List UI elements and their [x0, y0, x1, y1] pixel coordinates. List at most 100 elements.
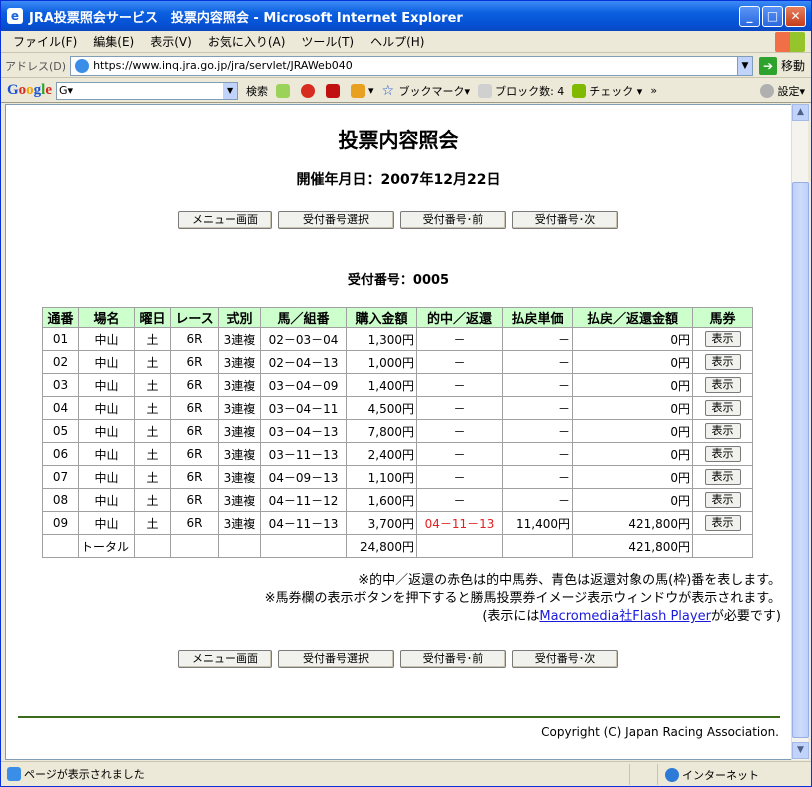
- address-input[interactable]: https://www.inq.jra.go.jp/jra/servlet/JR…: [70, 55, 738, 76]
- receipt-next-button[interactable]: 受付番号･次: [512, 211, 618, 229]
- google-spellcheck-button[interactable]: チェック ▾: [572, 83, 642, 99]
- cell-no: 01: [42, 327, 79, 351]
- col-header-no: 通番: [42, 307, 79, 328]
- google-search-button[interactable]: 検索: [246, 83, 268, 99]
- table-row: 06 中山土 6R 3連複 03－11－13 2,400円－－ 0円 表示: [42, 442, 753, 466]
- cell-ticket: 表示: [692, 373, 753, 397]
- receipt-next-button-bottom[interactable]: 受付番号･次: [512, 650, 618, 668]
- google-pagerank-icon[interactable]: [276, 83, 293, 98]
- col-header-unit: 払戻単価: [502, 307, 573, 328]
- google-y-icon[interactable]: [326, 83, 343, 98]
- col-header-day: 曜日: [134, 307, 171, 328]
- menu-screen-button[interactable]: メニュー画面: [178, 211, 272, 229]
- footer-rule: [18, 716, 780, 718]
- cell-amount: 4,500円: [346, 396, 417, 420]
- cell-place: 中山: [78, 511, 135, 535]
- total-empty-cell: [42, 534, 79, 558]
- cell-ticket: 表示: [692, 396, 753, 420]
- cell-unit: 11,400円: [502, 511, 573, 535]
- menu-bar: ファイル(F) 編集(E) 表示(V) お気に入り(A) ツール(T) ヘルプ(…: [1, 31, 811, 53]
- col-header-combo: 馬／組番: [260, 307, 347, 328]
- cell-combo: 03－04－09: [260, 373, 347, 397]
- total-row: トータル 24,800円 421,800円: [42, 534, 753, 558]
- cell-type: 3連複: [218, 442, 261, 466]
- lock-icon: [641, 767, 655, 781]
- browser-window: e JRA投票照会サービス 投票内容照会 - Microsoft Interne…: [0, 0, 812, 787]
- table-header-row: 通番 場名 曜日 レース 式別 馬／組番 購入金額 的中／返還 払戻単価 払戻／…: [42, 307, 753, 328]
- cell-payout: 0円: [572, 442, 693, 466]
- menu-favorites[interactable]: お気に入り(A): [200, 33, 294, 50]
- scroll-thumb[interactable]: [792, 182, 809, 738]
- scroll-up-icon[interactable]: ▲: [792, 104, 809, 121]
- total-empty-cell: [170, 534, 219, 558]
- cell-place: 中山: [78, 350, 135, 374]
- cell-payout: 421,800円: [572, 511, 693, 535]
- cell-no: 05: [42, 419, 79, 443]
- cell-combo: 02－03－04: [260, 327, 347, 351]
- bet-table: 通番 場名 曜日 レース 式別 馬／組番 購入金額 的中／返還 払戻単価 払戻／…: [42, 307, 753, 558]
- cell-place: 中山: [78, 373, 135, 397]
- page-icon: [75, 58, 90, 73]
- status-bar: ページが表示されました インターネット: [1, 761, 811, 786]
- cell-unit: －: [502, 465, 573, 489]
- google-r-icon[interactable]: [301, 83, 318, 98]
- menu-edit[interactable]: 編集(E): [85, 33, 142, 50]
- google-toolbar: Google G▾ ▼ 検索 ▾ ☆ ブックマーク▾ ブロック数: 4 チェック …: [1, 79, 811, 103]
- total-empty-cell: [134, 534, 171, 558]
- menu-file[interactable]: ファイル(F): [5, 33, 85, 50]
- show-ticket-button[interactable]: 表示: [704, 331, 741, 347]
- show-ticket-button[interactable]: 表示: [704, 354, 741, 370]
- cell-race: 6R: [170, 442, 219, 466]
- go-button[interactable]: ➔ 移動: [758, 56, 805, 75]
- google-more-button[interactable]: »: [650, 84, 657, 97]
- address-dropdown-icon[interactable]: ▼: [736, 55, 753, 76]
- cell-hit: －: [416, 396, 503, 420]
- cell-day: 土: [134, 511, 171, 535]
- cell-hit: －: [416, 373, 503, 397]
- col-header-place: 場名: [78, 307, 135, 328]
- scroll-down-icon[interactable]: ▼: [792, 742, 809, 759]
- cell-amount: 7,800円: [346, 419, 417, 443]
- cell-combo: 04－11－13: [260, 511, 347, 535]
- cell-combo: 02－04－13: [260, 350, 347, 374]
- menu-screen-button-bottom[interactable]: メニュー画面: [178, 650, 272, 668]
- cell-amount: 1,400円: [346, 373, 417, 397]
- google-popup-block-button[interactable]: ブロック数: 4: [478, 83, 564, 99]
- close-button[interactable]: ✕: [785, 5, 806, 27]
- receipt-select-button-bottom[interactable]: 受付番号選択: [278, 650, 394, 668]
- cell-type: 3連複: [218, 396, 261, 420]
- zone-indicator: インターネット: [665, 767, 759, 783]
- go-arrow-icon: ➔: [758, 56, 777, 75]
- google-search-input[interactable]: G▾ ▼: [56, 81, 239, 100]
- receipt-prev-button-bottom[interactable]: 受付番号･前: [400, 650, 506, 668]
- total-empty-cell: [416, 534, 503, 558]
- google-search-dropdown-icon[interactable]: ▼: [223, 82, 238, 99]
- menu-view[interactable]: 表示(V): [142, 33, 200, 50]
- bottom-button-row: メニュー画面 受付番号選択 受付番号･前 受付番号･次: [178, 650, 624, 668]
- show-ticket-button[interactable]: 表示: [704, 515, 741, 531]
- cell-place: 中山: [78, 465, 135, 489]
- show-ticket-button[interactable]: 表示: [704, 469, 741, 485]
- google-puzzle-icon[interactable]: ▾: [351, 83, 374, 98]
- show-ticket-button[interactable]: 表示: [704, 446, 741, 462]
- flash-player-link[interactable]: Macromedia社Flash Player: [539, 609, 711, 624]
- minimize-button[interactable]: _: [739, 5, 760, 27]
- receipt-prev-button[interactable]: 受付番号･前: [400, 211, 506, 229]
- menu-tools[interactable]: ツール(T): [293, 33, 362, 50]
- maximize-button[interactable]: □: [762, 5, 783, 27]
- cell-payout: 0円: [572, 488, 693, 512]
- cell-type: 3連複: [218, 511, 261, 535]
- show-ticket-button[interactable]: 表示: [704, 423, 741, 439]
- vertical-scrollbar[interactable]: ▲ ▼: [791, 104, 809, 760]
- show-ticket-button[interactable]: 表示: [704, 492, 741, 508]
- receipt-select-button[interactable]: 受付番号選択: [278, 211, 394, 229]
- google-bookmark-button[interactable]: ☆ ブックマーク▾: [382, 83, 471, 99]
- menu-help[interactable]: ヘルプ(H): [362, 33, 432, 50]
- cell-payout: 0円: [572, 419, 693, 443]
- show-ticket-button[interactable]: 表示: [704, 400, 741, 416]
- status-text: ページが表示されました: [24, 768, 145, 781]
- show-ticket-button[interactable]: 表示: [704, 377, 741, 393]
- google-settings-button[interactable]: 設定▾: [760, 83, 805, 99]
- cell-payout: 0円: [572, 327, 693, 351]
- cell-hit: －: [416, 350, 503, 374]
